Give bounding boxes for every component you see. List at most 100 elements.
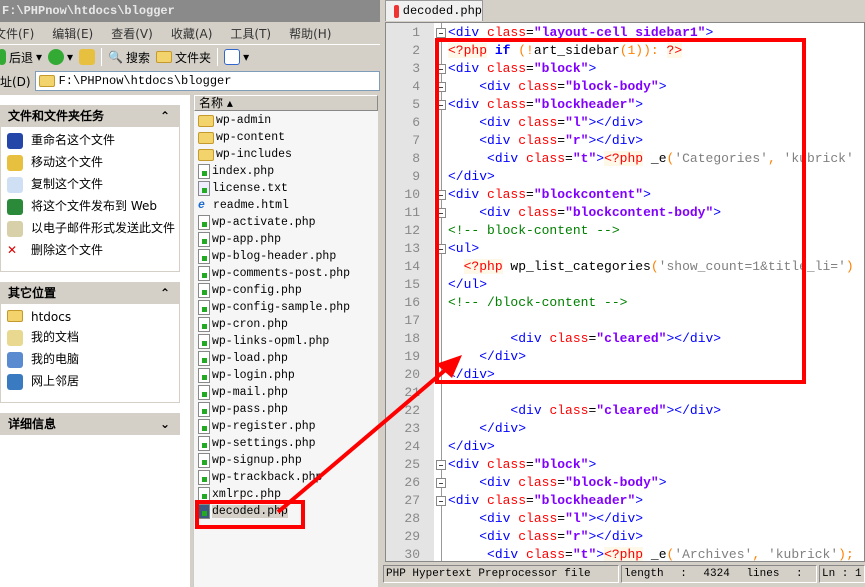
task-item[interactable]: 重命名这个文件 — [7, 133, 179, 149]
code-token: if — [494, 43, 511, 58]
file-row[interactable]: xmlrpc.php — [194, 486, 378, 503]
place-item[interactable]: 我的电脑 — [7, 352, 179, 368]
fold-toggle-icon[interactable] — [436, 244, 446, 254]
file-row[interactable]: wp-blog-header.php — [194, 248, 378, 265]
code-token: <div — [479, 79, 519, 94]
menu-tools[interactable]: 工具(T) — [230, 25, 271, 42]
fold-toggle-icon[interactable] — [436, 64, 446, 74]
expand-icon[interactable]: ⌄ — [160, 413, 170, 435]
file-tasks-header[interactable]: 文件和文件夹任务 ⌃ — [0, 105, 180, 127]
task-item[interactable]: 以电子邮件形式发送此文件 — [7, 221, 179, 237]
menu-edit[interactable]: 编辑(E) — [52, 25, 93, 42]
my-computer-icon — [7, 352, 23, 368]
collapse-icon[interactable]: ⌃ — [160, 282, 170, 304]
php-file-icon — [198, 317, 210, 332]
file-row[interactable]: wp-register.php — [194, 418, 378, 435]
file-tasks-list: 重命名这个文件移动这个文件复制这个文件 将这个文件发布到 Web 以电子邮件形式发送… — [0, 127, 180, 272]
file-row[interactable]: wp-cron.php — [194, 316, 378, 333]
file-row[interactable]: wp-login.php — [194, 367, 378, 384]
other-places-header[interactable]: 其它位置 ⌃ — [0, 282, 180, 304]
file-row[interactable]: index.php — [194, 163, 378, 180]
file-row[interactable]: wp-signup.php — [194, 452, 378, 469]
tab-decoded-php[interactable]: decoded.php — [385, 0, 483, 21]
fold-toggle-icon[interactable] — [436, 100, 446, 110]
toolbar-separator — [217, 48, 219, 66]
task-item[interactable]: 将这个文件发布到 Web — [7, 199, 179, 215]
code-token: "block" — [533, 457, 589, 472]
menu-file[interactable]: 文件(F) — [0, 25, 34, 42]
fold-toggle-icon[interactable] — [436, 28, 446, 38]
fold-toggle-icon[interactable] — [436, 478, 446, 488]
code-token: > — [596, 547, 605, 562]
details-header[interactable]: 详细信息 ⌄ — [0, 413, 180, 435]
file-row[interactable]: decoded.php — [194, 503, 378, 520]
menu-help[interactable]: 帮助(H) — [289, 25, 331, 42]
code-line: 9 </div> — [386, 168, 864, 186]
code-token: ></div> — [588, 133, 644, 148]
fold-toggle-icon[interactable] — [436, 208, 446, 218]
file-row[interactable]: wp-mail.php — [194, 384, 378, 401]
column-header-name[interactable]: 名称 ▴ — [194, 95, 378, 111]
file-row[interactable]: wp-pass.php — [194, 401, 378, 418]
tab-label: decoded.php — [402, 4, 482, 18]
forward-button[interactable]: ▾ — [48, 49, 73, 65]
collapse-icon[interactable]: ⌃ — [160, 105, 170, 127]
file-row[interactable]: wp-config-sample.php — [194, 299, 378, 316]
file-row[interactable]: wp-settings.php — [194, 435, 378, 452]
file-row[interactable]: wp-content — [194, 129, 378, 146]
fold-toggle-icon[interactable] — [436, 496, 446, 506]
file-row[interactable]: wp-includes — [194, 146, 378, 163]
file-row[interactable]: wp-comments-post.php — [194, 265, 378, 282]
code-token: = — [526, 61, 534, 76]
code-token: > — [713, 205, 722, 220]
task-item[interactable]: 移动这个文件 — [7, 155, 179, 171]
code-text: </div> — [448, 168, 495, 186]
menu-view[interactable]: 查看(V) — [111, 25, 153, 42]
task-item[interactable]: 复制这个文件 — [7, 177, 179, 193]
code-editor[interactable]: 1 <div class="layout-cell sidebar1"> 2 <?ph… — [385, 22, 865, 562]
line-number: 14 — [404, 259, 420, 274]
code-token: <div — [479, 511, 519, 526]
file-row[interactable]: wp-config.php — [194, 282, 378, 299]
place-item[interactable]: 网上邻居 — [7, 374, 179, 390]
task-label: 移动这个文件 — [31, 155, 104, 169]
fold-toggle-icon[interactable] — [436, 190, 446, 200]
place-item[interactable]: htdocs — [7, 310, 179, 324]
code-token: "block-body" — [565, 475, 659, 490]
code-token: class — [518, 79, 558, 94]
back-button[interactable]: 后退 ▾ — [0, 49, 42, 66]
code-text: </ul> — [448, 276, 487, 294]
folders-button[interactable]: 文件夹 — [156, 49, 211, 66]
file-row[interactable]: wp-admin — [194, 112, 378, 129]
file-row[interactable]: license.txt — [194, 180, 378, 197]
file-row[interactable]: e readme.html — [194, 197, 378, 214]
code-line: 29 <div class="r"></div> — [386, 528, 864, 546]
code-token: = — [557, 529, 566, 544]
task-item[interactable]: ✕ 删除这个文件 — [7, 243, 179, 259]
file-row[interactable]: wp-links-opml.php — [194, 333, 378, 350]
code-token: (! — [518, 43, 534, 58]
menu-favorites[interactable]: 收藏(A) — [171, 25, 213, 42]
line-number: 3 — [412, 61, 420, 76]
search-button[interactable]: 🔍 搜索 — [108, 49, 150, 66]
file-name: wp-mail.php — [212, 386, 288, 399]
views-button[interactable]: ▾ — [224, 49, 249, 65]
place-item[interactable]: 我的文档 — [7, 330, 179, 346]
address-value: F:\PHPnow\htdocs\blogger — [58, 74, 232, 88]
code-text: <div class="block"> — [448, 60, 596, 78]
file-row[interactable]: wp-trackback.php — [194, 469, 378, 486]
file-row[interactable]: wp-app.php — [194, 231, 378, 248]
code-line: 8 <div class="t"><?php _e('Categories', … — [386, 150, 864, 168]
up-folder-icon[interactable] — [79, 49, 96, 65]
fold-toggle-icon[interactable] — [436, 460, 446, 470]
copy-icon — [7, 177, 23, 193]
code-token: <div — [448, 457, 488, 472]
address-input[interactable]: F:\PHPnow\htdocs\blogger — [34, 71, 380, 91]
file-row[interactable]: wp-activate.php — [194, 214, 378, 231]
code-token: <?php — [463, 259, 503, 274]
file-row[interactable]: wp-load.php — [194, 350, 378, 367]
code-token: </div> — [448, 169, 495, 184]
code-text: <div class="blockheader"> — [448, 492, 643, 510]
fold-toggle-icon[interactable] — [436, 82, 446, 92]
